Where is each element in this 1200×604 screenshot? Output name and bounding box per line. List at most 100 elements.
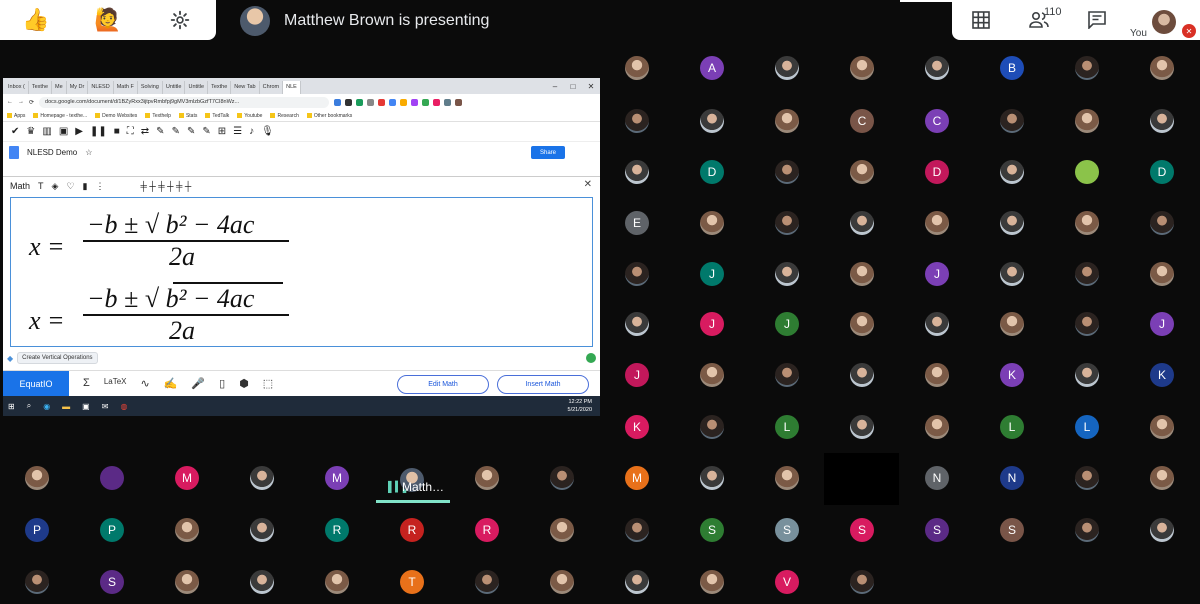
self-view[interactable]: You ✕ (1130, 6, 1200, 40)
participant-avatar[interactable]: P (100, 518, 124, 542)
vocab-icon[interactable]: ☰ (233, 126, 242, 137)
participant-avatar[interactable] (775, 109, 799, 133)
participant-avatar[interactable]: C (850, 109, 874, 133)
maximize-icon[interactable]: □ (564, 80, 582, 94)
highlighter-icon[interactable]: ✎ (156, 126, 164, 137)
browser-tab[interactable]: Untitle (185, 81, 209, 94)
bookmark[interactable]: Homepage - texthe... (33, 113, 87, 119)
more-icon[interactable]: ⋮ (95, 181, 104, 192)
translate-icon[interactable]: ⇄ (141, 126, 149, 137)
participant-avatar[interactable] (1000, 109, 1024, 133)
browser-tab[interactable]: My Dr (66, 81, 89, 94)
participant-avatar[interactable] (700, 363, 724, 387)
address-bar[interactable]: docs.google.com/document/d/1BZyRxx3ijtpv… (39, 96, 330, 108)
smiley-icon[interactable] (586, 353, 596, 363)
close-icon[interactable]: ✕ (582, 80, 600, 94)
participant-avatar[interactable]: S (100, 570, 124, 594)
windows-start-icon[interactable]: ⊞ (8, 402, 15, 411)
participant-avatar[interactable] (250, 466, 274, 490)
reload-icon[interactable]: ⟳ (29, 99, 34, 106)
participant-avatar[interactable]: R (325, 518, 349, 542)
participant-avatar[interactable] (550, 466, 574, 490)
participant-avatar[interactable]: E (625, 211, 649, 235)
browser-tab[interactable]: Math F (113, 81, 138, 94)
participant-avatar[interactable] (475, 466, 499, 490)
participant-avatar[interactable] (1150, 262, 1174, 286)
fill-icon[interactable]: ◈ (52, 181, 59, 192)
participant-avatar[interactable] (925, 363, 949, 387)
participant-avatar[interactable] (775, 56, 799, 80)
back-icon[interactable]: ← (7, 99, 13, 105)
participant-avatar[interactable] (625, 570, 649, 594)
participant-avatar[interactable] (700, 109, 724, 133)
participant-avatar[interactable] (700, 211, 724, 235)
participant-avatar[interactable] (925, 415, 949, 439)
participant-avatar[interactable]: L (1000, 415, 1024, 439)
participant-avatar[interactable]: S (850, 518, 874, 542)
audio-icon[interactable]: ♪ (249, 126, 254, 137)
participant-avatar[interactable] (175, 570, 199, 594)
browser-tab[interactable]: Texthe (208, 81, 232, 94)
participant-avatar[interactable] (1150, 211, 1174, 235)
participant-avatar[interactable] (100, 466, 124, 490)
participant-avatar[interactable] (925, 56, 949, 80)
participant-avatar[interactable]: B (1000, 56, 1024, 80)
highlighter-icon[interactable]: ✎ (172, 126, 180, 137)
bookmark[interactable]: Other bookmarks (307, 113, 352, 119)
participant-avatar[interactable] (1150, 109, 1174, 133)
participant-avatar[interactable] (700, 466, 724, 490)
file-explorer-icon[interactable]: ▬ (62, 402, 70, 411)
settings-icon[interactable] (144, 0, 216, 40)
mail-icon[interactable]: ✉ (102, 402, 109, 411)
latex-icon[interactable]: LaTeX (104, 377, 127, 390)
participant-avatar[interactable]: J (775, 312, 799, 336)
participant-avatar[interactable] (250, 518, 274, 542)
participant-avatar[interactable] (1075, 262, 1099, 286)
participant-avatar[interactable]: T (400, 570, 424, 594)
participant-avatar[interactable] (850, 363, 874, 387)
participant-avatar[interactable] (1000, 312, 1024, 336)
pause-icon[interactable]: ❚❚ (90, 126, 107, 137)
participant-avatar[interactable] (700, 570, 724, 594)
participant-avatar[interactable] (850, 262, 874, 286)
participant-avatar[interactable]: J (925, 262, 949, 286)
store-icon[interactable]: ▣ (82, 402, 90, 411)
participant-avatar[interactable]: L (775, 415, 799, 439)
participant-avatar[interactable] (625, 518, 649, 542)
participant-avatar[interactable] (775, 211, 799, 235)
participant-avatar[interactable] (775, 160, 799, 184)
presenter-tile[interactable]: ▌▍▌ Matth… (376, 468, 450, 504)
participant-avatar[interactable] (850, 56, 874, 80)
participant-avatar[interactable]: J (700, 312, 724, 336)
participant-avatar[interactable]: R (475, 518, 499, 542)
participant-avatar[interactable] (775, 262, 799, 286)
participant-avatar[interactable] (1075, 466, 1099, 490)
participant-avatar[interactable]: M (175, 466, 199, 490)
participant-avatar[interactable] (550, 518, 574, 542)
participant-avatar[interactable] (850, 570, 874, 594)
participant-avatar[interactable]: M (325, 466, 349, 490)
browser-tab[interactable]: Chrom (259, 81, 284, 94)
bookmark[interactable]: Stats (179, 113, 197, 119)
mobile-icon[interactable]: ▯ (219, 377, 225, 390)
star-icon[interactable]: ☆ (85, 148, 92, 157)
participant-avatar[interactable]: S (925, 518, 949, 542)
participant-avatar[interactable] (1075, 211, 1099, 235)
chat-icon[interactable] (1068, 0, 1126, 40)
collect-icon[interactable]: ⊞ (218, 126, 226, 137)
participant-avatar[interactable] (1000, 211, 1024, 235)
participant-avatar[interactable] (1000, 160, 1024, 184)
browser-tab-active[interactable]: NLE (283, 81, 301, 94)
edit-math-button[interactable]: Edit Math (397, 375, 489, 394)
participant-avatar[interactable] (925, 312, 949, 336)
minimize-icon[interactable]: – (546, 80, 564, 94)
bookmark[interactable]: Texthelp (145, 113, 171, 119)
participant-avatar[interactable]: M (625, 466, 649, 490)
dictionary-icon[interactable]: ♛ (26, 126, 35, 137)
cube-icon[interactable]: ⬢ (239, 377, 249, 390)
browser-tab[interactable]: Me (52, 81, 67, 94)
forward-icon[interactable]: → (18, 99, 24, 105)
participant-avatar[interactable] (25, 570, 49, 594)
text-format-icon[interactable]: T (38, 181, 44, 191)
edge-icon[interactable]: ◉ (43, 402, 50, 411)
